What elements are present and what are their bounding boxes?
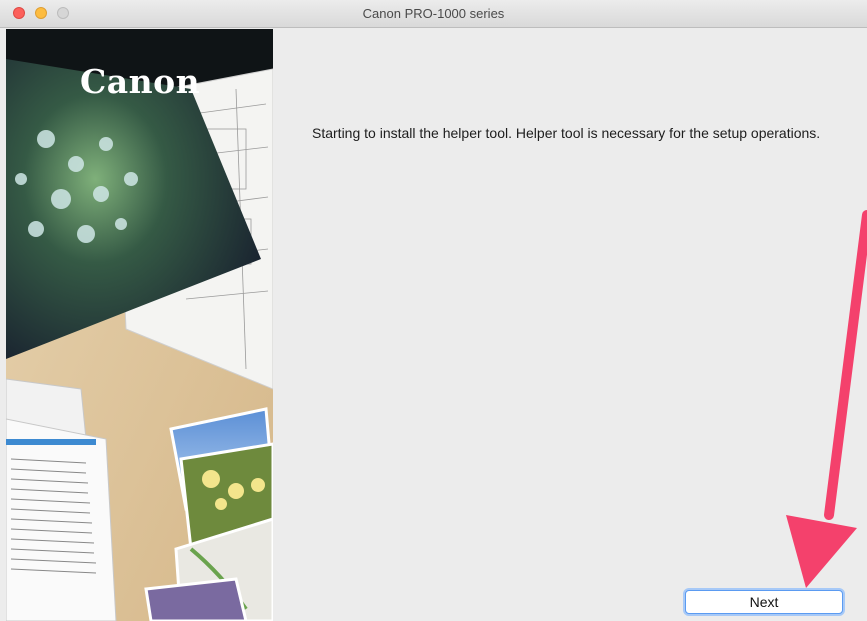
title-bar: Canon PRO-1000 series	[0, 0, 867, 28]
sidebar-collage-image	[6, 29, 273, 621]
install-message: Starting to install the helper tool. Hel…	[312, 125, 821, 141]
window-title: Canon PRO-1000 series	[362, 6, 505, 21]
next-button[interactable]: Next	[685, 590, 843, 614]
main-panel: Starting to install the helper tool. Hel…	[273, 29, 867, 621]
installer-window: Canon PRO-1000 series Canon Starting to …	[0, 0, 867, 621]
canon-logo: Canon	[80, 62, 201, 101]
sidebar-artwork: Canon	[6, 29, 273, 621]
